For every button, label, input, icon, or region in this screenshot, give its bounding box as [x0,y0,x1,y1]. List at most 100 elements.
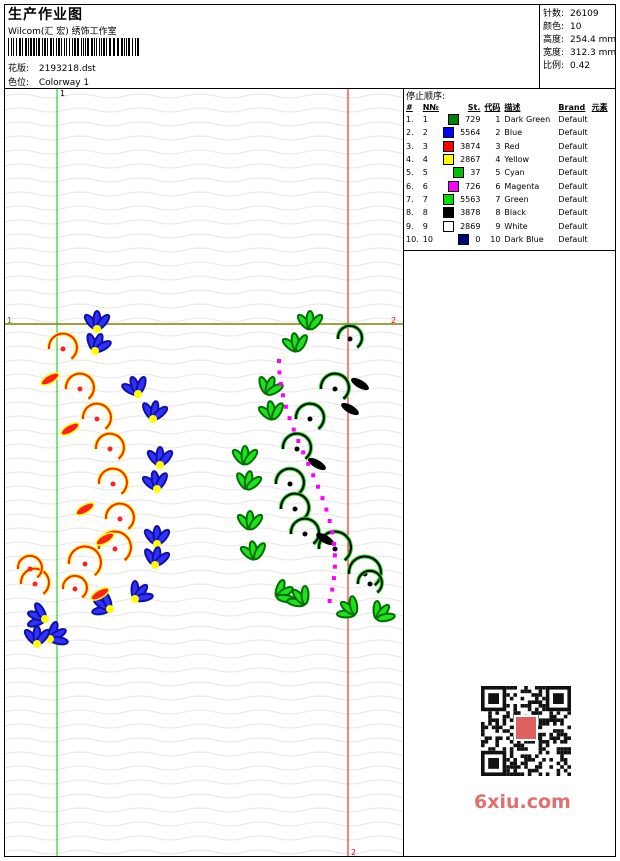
fabric-texture [5,89,403,856]
row-description: Yellow [504,155,530,165]
row-index: 10. [406,234,419,244]
width-label: 宽度: [543,48,565,58]
row-code: 3 [495,141,501,151]
row-element [590,206,610,219]
row-description: Magenta [504,181,540,191]
row-description: Blue [504,128,523,138]
stitch-count: 3874 [460,141,481,151]
table-bottom-line [403,250,616,251]
stitches-row: 针数: 26109 [543,6,599,19]
height-value: 254.4 mm [570,35,617,45]
ratio-row: 比例: 0.42 [543,58,590,71]
table-header-row: # N№ St. 代码 描述 Brand 元素 [404,101,610,113]
height-label: 高度: [543,35,565,45]
colors-value: 10 [570,22,582,32]
row-code: 7 [495,194,501,204]
row-number: 6 [422,181,428,191]
row-code: 9 [495,221,501,231]
barcode [8,38,139,56]
color-sequence-table: # N№ St. 代码 描述 Brand 元素 1. 1 729 1 Dark Gree… [404,101,610,246]
color-swatch [443,207,455,219]
row-stitches: 726 [441,179,482,192]
table-row: 2. 2 5564 2 Blue Default [404,126,610,139]
col-index: # [406,102,413,112]
row-index: 8. [406,208,414,218]
row-index: 5. [406,168,414,178]
stitch-count: 5563 [460,194,481,204]
table-row: 8. 8 3878 8 Black Default [404,206,610,219]
stitch-count: 37 [470,168,481,178]
row-brand: Default [558,115,588,125]
row-element [590,219,610,232]
color-swatch [443,140,455,152]
row-code: 6 [495,181,501,191]
row-element [590,140,610,153]
row-number: 2 [422,128,428,138]
row-index: 7. [406,194,414,204]
row-stitches: 0 [441,233,482,246]
colorway-value: Colorway 1 [38,78,90,88]
row-number: 5 [422,168,428,178]
guide-h-left-label: 1 [7,316,12,325]
ratio-value: 0.42 [570,61,591,71]
color-swatch [448,114,460,126]
row-brand: Default [558,155,588,165]
design-canvas: 1 1 2 2 [5,89,403,856]
page-title: 生产作业图 [8,7,83,23]
stitch-count: 726 [465,181,481,191]
table-row: 10. 10 0 10 Dark Blue Default [404,233,610,246]
color-swatch [448,180,460,192]
table-row: 7. 7 5563 7 Green Default [404,193,610,206]
row-number: 4 [422,155,428,165]
pattern-value: 2193218.dst [38,64,96,74]
row-description: Green [504,194,529,204]
watermark-logo: 6xiu.com [474,791,571,813]
stitch-count: 2867 [460,155,481,165]
row-stitches: 729 [441,113,482,126]
row-stitches: 2867 [441,153,482,166]
table-row: 3. 3 3874 3 Red Default [404,140,610,153]
row-code: 8 [495,208,501,218]
row-description: Cyan [504,168,525,178]
row-code: 1 [495,115,501,125]
col-stitches: St. [467,102,481,112]
row-element [590,166,610,179]
stitch-count: 3878 [460,208,481,218]
row-element [590,126,610,139]
col-element: 元素 [591,102,608,112]
width-value: 312.3 mm [570,48,617,58]
table-row: 5. 5 37 5 Cyan Default [404,166,610,179]
stitches-value: 26109 [570,9,599,19]
guide-v1-label: 1 [60,89,65,98]
width-row: 宽度: 312.3 mm [543,45,616,58]
row-element [590,233,610,246]
row-brand: Default [558,141,588,151]
row-brand: Default [558,208,588,218]
guide-bottom-label: 2 [351,848,356,856]
row-code: 2 [495,128,501,138]
row-number: 9 [422,221,428,231]
row-index: 6. [406,181,414,191]
qr-code [471,680,579,778]
guide-h-right-label: 2 [391,316,396,325]
row-element [590,193,610,206]
row-stitches: 3874 [441,140,482,153]
row-description: Dark Blue [504,234,544,244]
ratio-label: 比例: [543,61,565,71]
row-brand: Default [558,234,588,244]
row-index: 9. [406,221,414,231]
table-row: 9. 9 2869 9 White Default [404,219,610,232]
row-index: 3. [406,141,414,151]
row-number: 8 [422,208,428,218]
row-index: 1. [406,115,414,125]
color-swatch [443,154,455,166]
color-swatch [453,167,465,179]
row-description: Dark Green [504,115,551,125]
row-element [590,113,610,126]
row-code: 10 [490,234,501,244]
row-brand: Default [558,168,588,178]
colorway-label: 色位: [8,78,30,88]
color-swatch [443,127,455,139]
row-brand: Default [558,221,588,231]
row-description: Red [504,141,520,151]
